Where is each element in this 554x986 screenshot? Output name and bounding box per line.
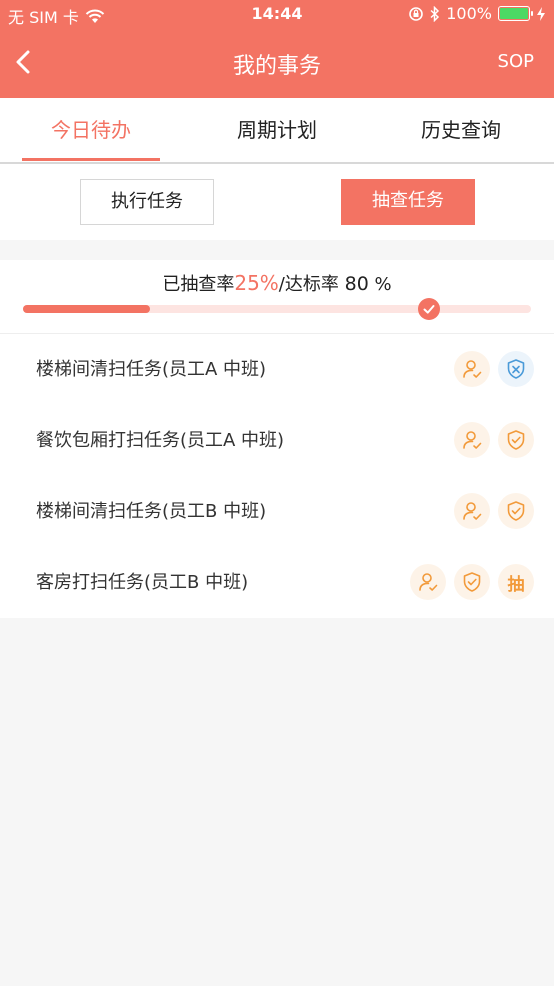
inspection-passed-button[interactable] — [498, 493, 534, 529]
status-bar: 无 SIM 卡 14:44 100% — [0, 0, 554, 28]
progress-fill — [23, 305, 150, 313]
target-rate-unit: % — [374, 274, 392, 295]
inspection-failed-button[interactable] — [498, 351, 534, 387]
task-title: 餐饮包厢打扫任务(员工A 中班) — [36, 430, 285, 451]
page-title: 我的事务 — [232, 54, 321, 79]
sop-button[interactable]: SOP — [498, 51, 534, 72]
tab-cycle-plan[interactable]: 周期计划 — [207, 98, 347, 162]
target-marker — [418, 298, 440, 320]
inspection-passed-button[interactable] — [454, 564, 490, 600]
spot-check-label: 抽 — [507, 574, 525, 595]
bluetooth-icon — [430, 5, 440, 22]
target-rate-value: 80 — [344, 273, 369, 295]
rate-prefix: 已抽查率 — [162, 274, 235, 295]
shield-check-icon — [463, 572, 481, 592]
person-check-icon — [463, 502, 482, 520]
app-header: 无 SIM 卡 14:44 100% 我的事务 SOP — [0, 0, 554, 98]
target-rate-label: /达标率 — [278, 274, 339, 295]
assign-staff-button[interactable] — [410, 564, 446, 600]
shield-check-icon — [507, 501, 525, 521]
task-row[interactable]: 餐饮包厢打扫任务(员工A 中班) — [0, 405, 554, 476]
orientation-lock-icon — [409, 6, 424, 21]
progress-track — [23, 298, 531, 320]
charging-icon — [537, 6, 545, 21]
battery-percent: 100% — [446, 4, 492, 23]
task-title: 楼梯间清扫任务(员工A 中班) — [36, 359, 267, 380]
assign-staff-button[interactable] — [454, 493, 490, 529]
person-check-icon — [419, 573, 438, 591]
task-row[interactable]: 楼梯间清扫任务(员工A 中班) — [0, 334, 554, 405]
nav-bar: 我的事务 SOP — [0, 36, 554, 90]
assign-staff-button[interactable] — [454, 351, 490, 387]
execute-task-button[interactable]: 执行任务 — [80, 179, 214, 225]
rate-summary: 已抽查率25%/达标率 80 % — [0, 270, 554, 296]
person-check-icon — [463, 360, 482, 378]
tab-today[interactable]: 今日待办 — [22, 98, 160, 162]
active-tab-indicator — [22, 158, 160, 161]
tab-history[interactable]: 历史查询 — [391, 98, 531, 162]
spot-check-progress: 已抽查率25%/达标率 80 % — [0, 260, 554, 334]
assign-staff-button[interactable] — [454, 422, 490, 458]
task-list: 楼梯间清扫任务(员工A 中班) 餐饮包厢打扫任务(员工A 中班) 楼梯间清扫任务… — [0, 334, 554, 618]
task-row[interactable]: 客房打扫任务(员工B 中班) 抽 — [0, 547, 554, 618]
check-icon — [423, 305, 435, 314]
task-row[interactable]: 楼梯间清扫任务(员工B 中班) — [0, 476, 554, 547]
shield-check-icon — [507, 430, 525, 450]
shield-x-icon — [507, 359, 525, 379]
task-title: 客房打扫任务(员工B 中班) — [36, 572, 249, 593]
spot-check-task-button[interactable]: 抽查任务 — [341, 179, 475, 225]
spot-check-button[interactable]: 抽 — [498, 564, 534, 600]
mode-switch: 执行任务 抽查任务 — [0, 164, 554, 240]
battery-icon — [498, 6, 533, 21]
checked-rate-value: 25% — [234, 271, 279, 295]
task-title: 楼梯间清扫任务(员工B 中班) — [36, 501, 267, 522]
tab-bar: 今日待办 周期计划 历史查询 — [0, 98, 554, 164]
person-check-icon — [463, 431, 482, 449]
inspection-passed-button[interactable] — [498, 422, 534, 458]
